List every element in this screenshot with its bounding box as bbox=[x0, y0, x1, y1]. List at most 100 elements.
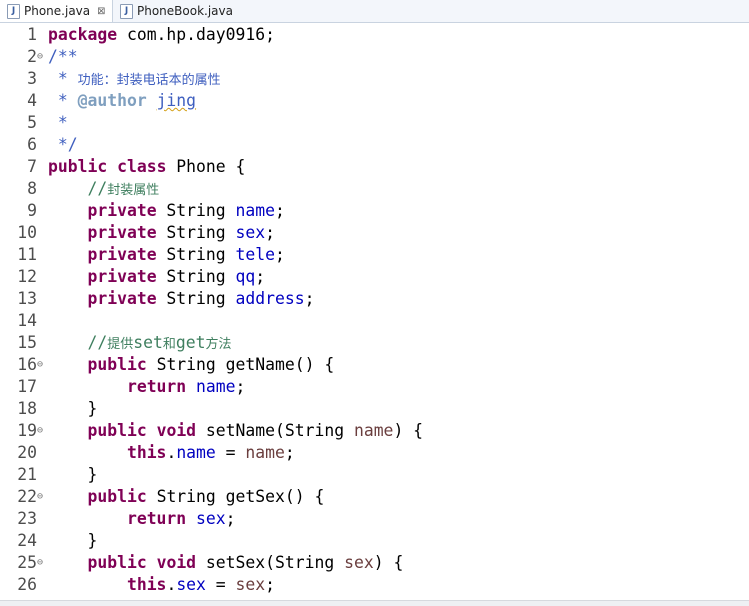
code-token: */ bbox=[48, 135, 78, 154]
code-token: com.hp.day0916; bbox=[126, 25, 275, 44]
code-line[interactable]: 11 private String tele; bbox=[0, 244, 749, 266]
fold-toggle-icon[interactable]: ⊖ bbox=[37, 46, 47, 68]
code-token: public bbox=[87, 421, 147, 440]
line-number: 13 bbox=[17, 289, 37, 308]
line-number: 8 bbox=[27, 179, 37, 198]
code-line[interactable]: 23 return sex; bbox=[0, 508, 749, 530]
line-number: 25 bbox=[17, 553, 37, 572]
code-token: String bbox=[156, 289, 236, 308]
code-text: public String getName() { bbox=[48, 354, 334, 376]
code-line[interactable]: 22 ⊖ public String getSex() { bbox=[0, 486, 749, 508]
fold-toggle-icon[interactable]: ⊖ bbox=[37, 420, 47, 442]
code-line[interactable]: 9 private String name; bbox=[0, 200, 749, 222]
code-text: this.sex = sex; bbox=[48, 574, 275, 596]
code-text: private String tele; bbox=[48, 244, 285, 266]
code-token: * bbox=[48, 113, 68, 132]
code-line[interactable]: 6 */ bbox=[0, 134, 749, 156]
code-token: @author bbox=[77, 91, 147, 110]
code-text: return name; bbox=[48, 376, 245, 398]
code-line[interactable]: 3 * 功能：封装电话本的属性 bbox=[0, 68, 749, 90]
code-token: Phone { bbox=[166, 157, 246, 176]
code-token: package bbox=[48, 25, 118, 44]
line-number: 22 bbox=[17, 487, 37, 506]
code-line[interactable]: 5 * bbox=[0, 112, 749, 134]
code-line[interactable]: 15 //提供set和get方法 bbox=[0, 332, 749, 354]
code-line[interactable]: 12 private String qq; bbox=[0, 266, 749, 288]
code-line[interactable]: 4 * @author jing bbox=[0, 90, 749, 112]
code-text: } bbox=[48, 530, 97, 552]
line-number: 10 bbox=[17, 223, 37, 242]
code-line[interactable]: 2 ⊖/** bbox=[0, 46, 749, 68]
code-token: ; bbox=[275, 245, 285, 264]
code-text: * @author jing bbox=[48, 90, 196, 112]
code-token: public bbox=[87, 487, 147, 506]
code-token: 功能：封装电话本的属性 bbox=[77, 73, 221, 88]
tab-label: PhoneBook.java bbox=[137, 4, 233, 18]
code-line[interactable]: 17 return name; bbox=[0, 376, 749, 398]
code-token: void bbox=[156, 421, 197, 440]
code-line[interactable]: 10 private String sex; bbox=[0, 222, 749, 244]
code-token: String bbox=[156, 245, 236, 264]
code-line[interactable]: 21 } bbox=[0, 464, 749, 486]
code-line[interactable]: 19 ⊖ public void setName(String name) { bbox=[0, 420, 749, 442]
code-line[interactable]: 26 this.sex = sex; bbox=[0, 574, 749, 596]
code-token: . bbox=[166, 443, 177, 462]
line-number: 16 bbox=[17, 355, 37, 374]
code-token: String bbox=[156, 223, 236, 242]
java-file-icon: J bbox=[120, 3, 133, 19]
code-token: ) { bbox=[393, 421, 424, 440]
code-token: get bbox=[175, 333, 206, 352]
code-line[interactable]: 14 bbox=[0, 310, 749, 332]
code-text: package com.hp.day0916; bbox=[48, 24, 275, 46]
code-token: setSex(String bbox=[196, 553, 345, 572]
tab-phonebook-java[interactable]: J PhoneBook.java bbox=[113, 0, 238, 22]
code-token: qq bbox=[235, 267, 256, 286]
code-text: * bbox=[48, 112, 68, 134]
code-token: name bbox=[176, 443, 216, 462]
code-line[interactable]: 7 public class Phone { bbox=[0, 156, 749, 178]
line-number: 19 bbox=[17, 421, 37, 440]
code-line[interactable]: 13 private String address; bbox=[0, 288, 749, 310]
code-token: ; bbox=[265, 223, 275, 242]
fold-toggle-icon[interactable]: ⊖ bbox=[37, 486, 47, 508]
line-number: 9 bbox=[27, 201, 37, 220]
tab-phone-java[interactable]: J Phone.java ⊠ bbox=[0, 0, 113, 22]
code-token: 方法 bbox=[205, 337, 232, 352]
line-number: 17 bbox=[17, 377, 37, 396]
code-token: sex bbox=[235, 575, 266, 594]
tab-label: Phone.java bbox=[24, 4, 91, 18]
code-token: public bbox=[87, 355, 147, 374]
code-editor[interactable]: 1 package com.hp.day0916; 2 ⊖/** 3 * 功能：封装电话… bbox=[0, 23, 749, 600]
horizontal-scrollbar[interactable] bbox=[0, 600, 749, 606]
code-token: 提供 bbox=[107, 337, 134, 352]
code-line[interactable]: 18 } bbox=[0, 398, 749, 420]
line-number: 1 bbox=[27, 25, 37, 44]
code-token: private bbox=[87, 245, 157, 264]
line-number: 7 bbox=[27, 157, 37, 176]
code-token: setName(String bbox=[196, 421, 354, 440]
line-number: 24 bbox=[17, 531, 37, 550]
code-line[interactable]: 24 } bbox=[0, 530, 749, 552]
fold-toggle-icon[interactable]: ⊖ bbox=[37, 552, 47, 574]
code-line[interactable]: 20 this.name = name; bbox=[0, 442, 749, 464]
code-line[interactable]: 25 ⊖ public void setSex(String sex) { bbox=[0, 552, 749, 574]
code-text: private String qq; bbox=[48, 266, 265, 288]
close-icon[interactable]: ⊠ bbox=[97, 6, 105, 17]
code-token: ; bbox=[235, 377, 246, 396]
code-line[interactable]: 8 //封装属性 bbox=[0, 178, 749, 200]
code-text: public String getSex() { bbox=[48, 486, 324, 508]
line-number: 5 bbox=[27, 113, 37, 132]
code-line[interactable]: 1 package com.hp.day0916; bbox=[0, 24, 749, 46]
code-line[interactable]: 16 ⊖ public String getName() { bbox=[0, 354, 749, 376]
code-token: /** bbox=[48, 47, 78, 66]
fold-toggle-icon[interactable]: ⊖ bbox=[37, 354, 47, 376]
